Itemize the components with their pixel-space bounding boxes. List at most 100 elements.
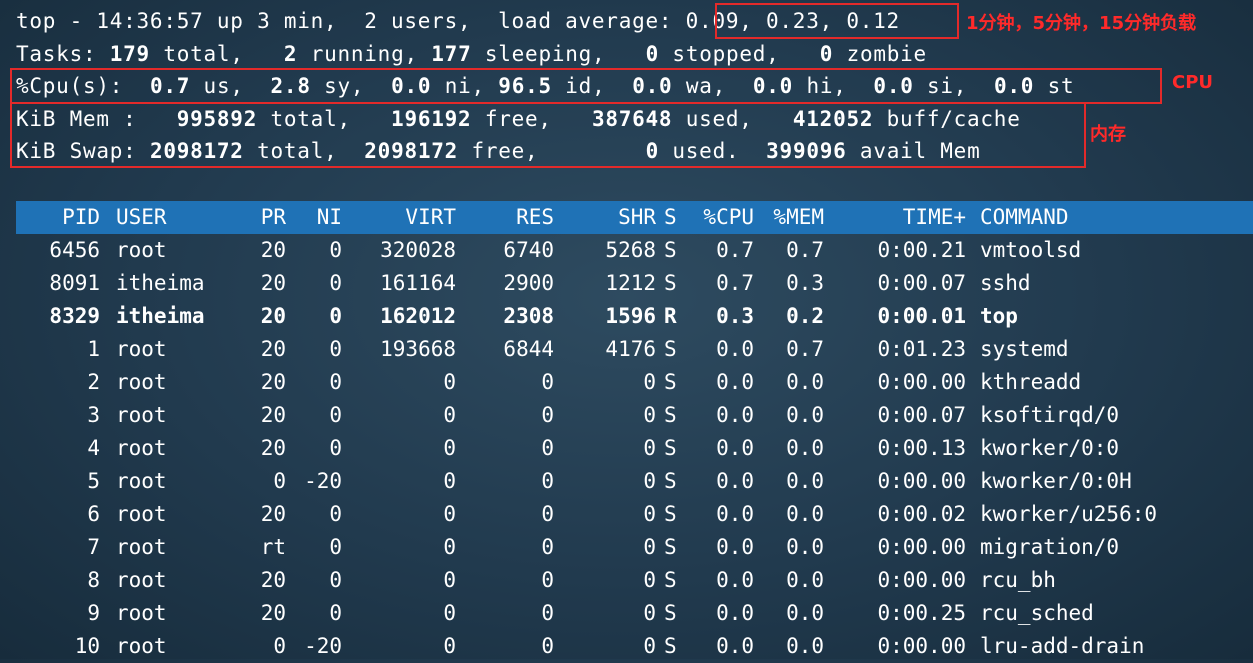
- tasks-stopped: 0: [645, 42, 660, 66]
- process-nice: 0: [329, 534, 342, 559]
- process-user: root: [116, 237, 167, 262]
- process-mem-percent: 0.0: [786, 369, 824, 394]
- process-cpu-percent: 0.0: [716, 369, 754, 394]
- tasks-total: 179: [109, 42, 150, 66]
- process-res: 0: [541, 435, 554, 460]
- column-header-shr: SHR: [618, 205, 656, 229]
- process-command: systemd: [980, 336, 1069, 361]
- process-time: 0:00.07: [877, 402, 966, 427]
- process-nice: 0: [329, 369, 342, 394]
- tasks-stopped-label: stopped,: [672, 42, 780, 66]
- process-state: S: [664, 534, 677, 559]
- process-res: 0: [541, 633, 554, 658]
- tasks-running-label: running,: [310, 42, 418, 66]
- process-state: S: [664, 270, 677, 295]
- process-res: 0: [541, 402, 554, 427]
- process-pid: 7: [87, 534, 100, 559]
- process-shr: 5268: [605, 237, 656, 262]
- process-row[interactable]: 9 root 20 0 0 0 0 S 0.0 0.0 0:00.25 rcu_sched: [0, 597, 1253, 630]
- process-time: 0:00.25: [877, 600, 966, 625]
- process-row[interactable]: 8 root 20 0 0 0 0 S 0.0 0.0 0:00.00 rcu_bh: [0, 564, 1253, 597]
- process-cpu-percent: 0.0: [716, 435, 754, 460]
- process-time: 0:00.07: [877, 270, 966, 295]
- process-user: root: [116, 534, 167, 559]
- column-header-pid: PID: [62, 205, 100, 229]
- process-res: 0: [541, 567, 554, 592]
- process-mem-percent: 0.7: [786, 237, 824, 262]
- process-res: 0: [541, 369, 554, 394]
- process-res: 2308: [503, 303, 554, 328]
- process-row[interactable]: 5 root 0 -20 0 0 0 S 0.0 0.0 0:00.00 kworker/0:0H: [0, 465, 1253, 498]
- process-user: root: [116, 633, 167, 658]
- tasks-line: Tasks: 179 total, 2 running, 177 sleepin…: [16, 38, 927, 70]
- process-user: root: [116, 435, 167, 460]
- process-state: S: [664, 468, 677, 493]
- process-state: S: [664, 369, 677, 394]
- process-nice: 0: [329, 600, 342, 625]
- process-shr: 1212: [605, 270, 656, 295]
- process-row[interactable]: 7 root rt 0 0 0 0 S 0.0 0.0 0:00.00 migration/0: [0, 531, 1253, 564]
- column-header-time: TIME+: [902, 205, 966, 229]
- process-state: S: [664, 435, 677, 460]
- process-shr: 1596: [605, 303, 656, 328]
- process-nice: 0: [329, 501, 342, 526]
- process-nice: 0: [329, 435, 342, 460]
- process-virt: 0: [443, 468, 456, 493]
- process-priority: 0: [273, 633, 286, 658]
- process-time: 0:00.13: [877, 435, 966, 460]
- process-state: S: [664, 600, 677, 625]
- process-shr: 0: [643, 633, 656, 658]
- tasks-total-label: total,: [163, 42, 244, 66]
- process-pid: 6456: [49, 237, 100, 262]
- process-row[interactable]: 8329 itheima 20 0 162012 2308 1596 R 0.3 0.2 0:00.…: [0, 300, 1253, 333]
- process-state: S: [664, 237, 677, 262]
- process-cpu-percent: 0.0: [716, 534, 754, 559]
- process-shr: 0: [643, 534, 656, 559]
- process-user: root: [116, 567, 167, 592]
- process-row[interactable]: 4 root 20 0 0 0 0 S 0.0 0.0 0:00.13 kworker/0:0: [0, 432, 1253, 465]
- terminal-window[interactable]: top - 14:36:57 up 3 min, 2 users, load a…: [0, 0, 1253, 659]
- process-mem-percent: 0.0: [786, 567, 824, 592]
- process-time: 0:00.00: [877, 369, 966, 394]
- process-pid: 8: [87, 567, 100, 592]
- process-virt: 0: [443, 567, 456, 592]
- process-cpu-percent: 0.0: [716, 501, 754, 526]
- process-cpu-percent: 0.0: [716, 336, 754, 361]
- process-priority: 20: [260, 237, 286, 262]
- process-row[interactable]: 1 root 20 0 193668 6844 4176 S 0.0 0.7 0:01.23 syst…: [0, 333, 1253, 366]
- process-mem-percent: 0.0: [786, 633, 824, 658]
- process-shr: 0: [643, 369, 656, 394]
- process-pid: 10: [74, 633, 100, 658]
- process-virt: 0: [443, 534, 456, 559]
- process-row[interactable]: 2 root 20 0 0 0 0 S 0.0 0.0 0:00.00 kthreadd: [0, 366, 1253, 399]
- process-mem-percent: 0.7: [786, 336, 824, 361]
- process-res: 2900: [503, 270, 554, 295]
- process-nice: 0: [329, 237, 342, 262]
- process-time: 0:00.00: [877, 633, 966, 658]
- table-header-row: PID USER PR NI VIRT RES SHR S %CPU %MEM TIME+ COMMA…: [0, 201, 1253, 234]
- process-command: ksoftirqd/0: [980, 402, 1120, 427]
- process-command: vmtoolsd: [980, 237, 1082, 262]
- process-mem-percent: 0.0: [786, 402, 824, 427]
- process-row[interactable]: 6 root 20 0 0 0 0 S 0.0 0.0 0:00.02 kworker/u256:0: [0, 498, 1253, 531]
- column-header-priority: PR: [260, 205, 286, 229]
- process-priority: 20: [260, 435, 286, 460]
- process-priority: 20: [260, 369, 286, 394]
- process-command: sshd: [980, 270, 1031, 295]
- process-res: 0: [541, 534, 554, 559]
- process-row[interactable]: 6456 root 20 0 320028 6740 5268 S 0.7 0.7 0:00.21 v…: [0, 234, 1253, 267]
- process-row[interactable]: 10 root 0 -20 0 0 0 S 0.0 0.0 0:00.00 lru-add-drain: [0, 630, 1253, 663]
- process-user: root: [116, 468, 167, 493]
- process-priority: rt: [260, 534, 286, 559]
- process-row[interactable]: 8091 itheima 20 0 161164 2900 1212 S 0.7 0.3 0:00.…: [0, 267, 1253, 300]
- process-row[interactable]: 3 root 20 0 0 0 0 S 0.0 0.0 0:00.07 ksoftirqd/0: [0, 399, 1253, 432]
- process-time: 0:00.01: [877, 303, 966, 328]
- process-command: kworker/0:0H: [980, 468, 1132, 493]
- process-res: 6844: [503, 336, 554, 361]
- process-state: S: [664, 402, 677, 427]
- process-virt: 0: [443, 600, 456, 625]
- process-virt: 0: [443, 633, 456, 658]
- process-pid: 1: [87, 336, 100, 361]
- cpu-highlight-box: [10, 68, 1162, 104]
- process-mem-percent: 0.0: [786, 468, 824, 493]
